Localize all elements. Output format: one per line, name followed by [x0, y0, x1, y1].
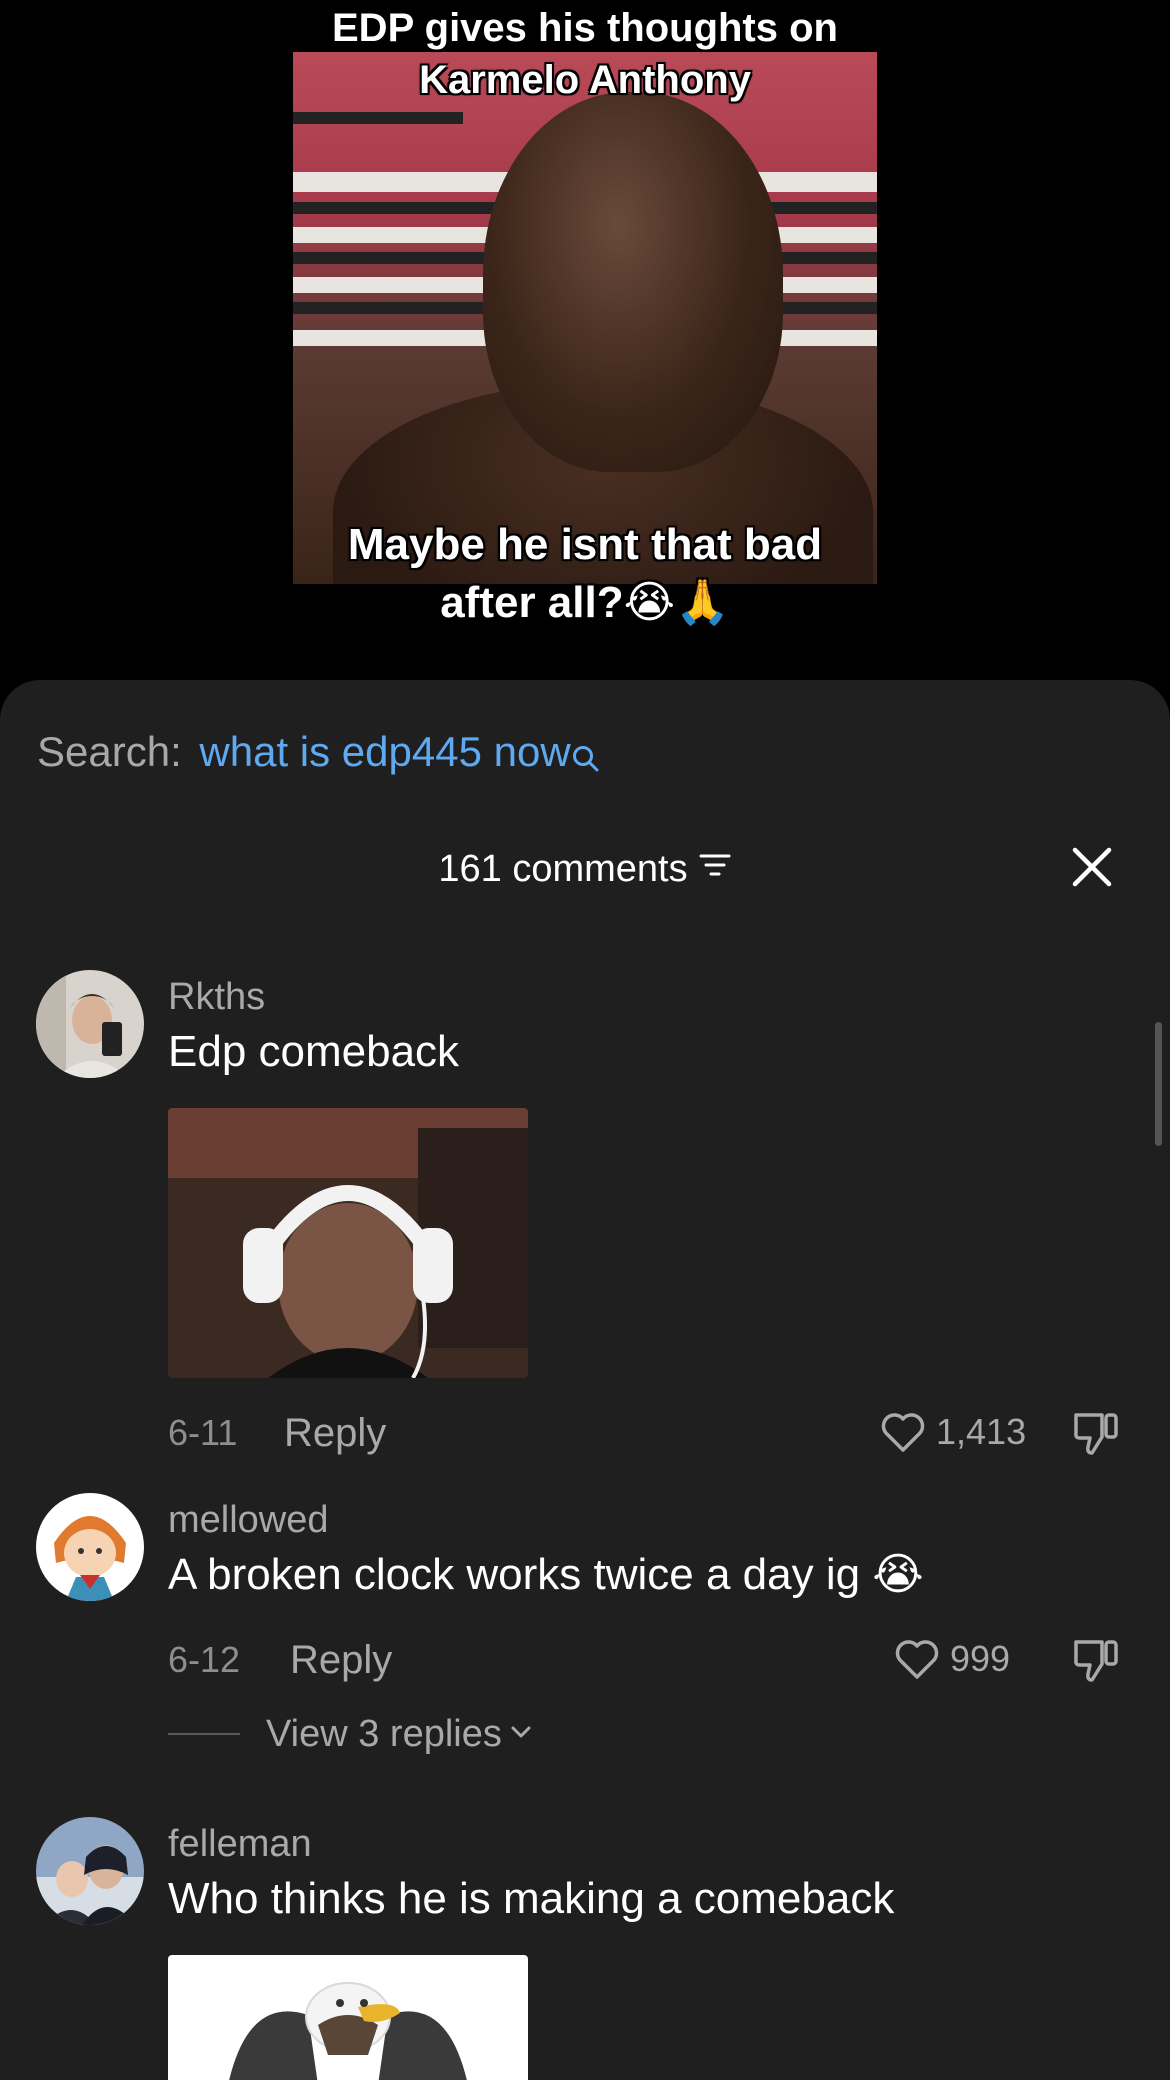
- avatar[interactable]: [36, 1817, 144, 1925]
- avatar[interactable]: [36, 1493, 144, 1601]
- view-replies-button[interactable]: View 3 replies: [168, 1709, 534, 1759]
- divider: [168, 1733, 240, 1735]
- comment-count: 161 comments: [438, 848, 688, 890]
- reply-button[interactable]: Reply: [290, 1637, 392, 1683]
- video-caption-bottom: Maybe he isnt that bad after all?😭🙏: [0, 516, 1170, 632]
- view-replies-label: View 3 replies: [266, 1713, 502, 1755]
- caption-line: Karmelo Anthony: [419, 58, 751, 102]
- video-player[interactable]: EDP gives his thoughts on Karmelo Anthon…: [0, 0, 1170, 700]
- chevron-down-icon: [508, 1719, 534, 1750]
- dislike-icon[interactable]: [1070, 1407, 1122, 1464]
- video-frame: [293, 52, 877, 584]
- heart-icon: [892, 1634, 942, 1689]
- comment-date: 6-12: [168, 1639, 241, 1680]
- comments-sheet: Search: what is edp445 now 161 comments …: [0, 680, 1170, 2080]
- comment-text: Edp comeback: [168, 1027, 460, 1076]
- heart-icon: [878, 1407, 928, 1462]
- search-icon: [571, 732, 601, 788]
- reply-button[interactable]: Reply: [284, 1410, 386, 1456]
- pillow-stripe: [293, 112, 463, 124]
- video-caption-top: EDP gives his thoughts on Karmelo Anthon…: [0, 2, 1170, 106]
- scrollbar[interactable]: [1155, 1022, 1162, 1146]
- caption-line: EDP gives his thoughts on: [332, 6, 838, 50]
- comment-username[interactable]: Rkths: [168, 974, 265, 1020]
- comment-username[interactable]: mellowed: [168, 1497, 329, 1543]
- comments-header: 161 comments: [0, 840, 1170, 900]
- comment-count-sort[interactable]: 161 comments: [0, 840, 1170, 898]
- comment-username[interactable]: felleman: [168, 1821, 312, 1867]
- search-query-link[interactable]: what is edp445 now: [199, 728, 570, 775]
- close-icon[interactable]: [1068, 843, 1116, 891]
- like-count: 1,413: [936, 1411, 1027, 1452]
- like-button[interactable]: 999: [892, 1634, 1010, 1684]
- comment-gif[interactable]: [168, 1955, 528, 2080]
- caption-line: Maybe he isnt that bad: [347, 520, 823, 569]
- search-suggestion[interactable]: Search: what is edp445 now: [37, 724, 601, 788]
- dislike-icon[interactable]: [1070, 1634, 1122, 1691]
- search-label: Search:: [37, 728, 182, 775]
- comment-gif[interactable]: [168, 1108, 528, 1378]
- like-count: 999: [950, 1638, 1011, 1679]
- video-subject-face: [483, 92, 783, 472]
- avatar[interactable]: [36, 970, 144, 1078]
- sort-icon[interactable]: [698, 839, 732, 897]
- comment-date: 6-11: [168, 1412, 238, 1453]
- like-button[interactable]: 1,413: [878, 1407, 1026, 1457]
- comment-text: A broken clock works twice a day ig 😭: [168, 1550, 924, 1599]
- caption-line: after all?😭🙏: [440, 578, 730, 627]
- comment-text: Who thinks he is making a comeback: [168, 1874, 895, 1923]
